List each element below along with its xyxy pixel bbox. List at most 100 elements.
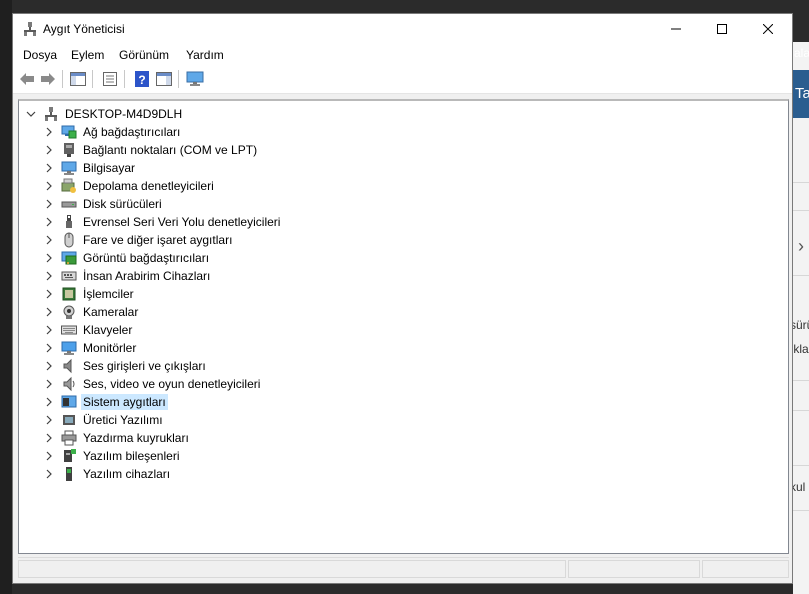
tree-item-label: Bilgisayar	[83, 161, 136, 175]
tree-item-label: Disk sürücüleri	[83, 197, 162, 211]
chevron-right-icon[interactable]	[43, 324, 55, 336]
chevron-right-icon[interactable]	[43, 396, 55, 408]
tree-root-node[interactable]: DESKTOP-M4D9DLH	[25, 105, 184, 123]
tree-item-17[interactable]: Yazdırma kuyrukları	[43, 429, 191, 447]
back-button[interactable]	[17, 70, 37, 88]
tree-item-16[interactable]: Üretici Yazılımı	[43, 411, 165, 429]
tree-item-5[interactable]: Evrensel Seri Veri Yolu denetleyicileri	[43, 213, 282, 231]
window-title: Aygıt Yöneticisi	[43, 22, 125, 36]
background-left-strip	[0, 0, 12, 594]
maximize-button[interactable]	[699, 14, 745, 44]
status-segment	[568, 560, 700, 578]
chevron-right-icon[interactable]	[43, 360, 55, 372]
system-devices-icon	[61, 394, 77, 410]
action-pane-button[interactable]	[154, 70, 174, 88]
port-icon	[61, 142, 77, 158]
status-segment	[18, 560, 566, 578]
forward-arrow-icon	[41, 73, 55, 85]
menu-item-yardim[interactable]: Yardım	[186, 48, 224, 62]
menu-item-dosya[interactable]: Dosya	[23, 48, 57, 62]
tree-item-6[interactable]: Fare ve diğer işaret aygıtları	[43, 231, 234, 249]
help-icon: ?	[135, 71, 149, 87]
close-button[interactable]	[745, 14, 791, 44]
toolbar-separator	[124, 70, 125, 88]
chevron-right-icon[interactable]	[43, 288, 55, 300]
keyboard-icon	[61, 322, 77, 338]
chevron-right-icon[interactable]	[43, 468, 55, 480]
chevron-right-icon[interactable]	[43, 234, 55, 246]
chevron-right-icon[interactable]	[43, 450, 55, 462]
chevron-right-icon[interactable]	[43, 306, 55, 318]
chevron-right-icon[interactable]	[43, 162, 55, 174]
chevron-right-icon[interactable]	[43, 342, 55, 354]
software-device-icon	[61, 466, 77, 482]
sound-icon	[61, 376, 77, 392]
tree-item-12[interactable]: Monitörler	[43, 339, 138, 357]
computer-root-icon	[43, 106, 59, 122]
svg-text:?: ?	[138, 73, 145, 87]
chevron-right-icon[interactable]	[43, 414, 55, 426]
tree-item-label: Üretici Yazılımı	[83, 413, 163, 427]
tree-item-9[interactable]: İşlemciler	[43, 285, 136, 303]
chevron-right-icon[interactable]	[43, 432, 55, 444]
console-tree-icon	[70, 72, 86, 86]
tree-item-label: İnsan Arabirim Cihazları	[83, 269, 211, 283]
tree-item-label: Ses girişleri ve çıkışları	[83, 359, 206, 373]
chevron-right-icon[interactable]	[43, 378, 55, 390]
title-bar[interactable]: Aygıt Yöneticisi	[13, 14, 792, 44]
toolbar-separator	[62, 70, 63, 88]
menu-item-gorunum[interactable]: Görünüm	[119, 48, 169, 62]
tree-item-7[interactable]: Görüntü bağdaştırıcıları	[43, 249, 211, 267]
tree-item-3[interactable]: Depolama denetleyicileri	[43, 177, 216, 195]
scan-hardware-button[interactable]	[185, 70, 205, 88]
camera-icon	[61, 304, 77, 320]
tree-root-label: DESKTOP-M4D9DLH	[65, 107, 183, 121]
chevron-right-icon[interactable]	[43, 180, 55, 192]
toolbar-separator	[92, 70, 93, 88]
display-adapter-icon	[61, 250, 77, 266]
chevron-right-icon[interactable]	[43, 198, 55, 210]
tree-item-label: Ağ bağdaştırıcıları	[83, 125, 181, 139]
help-button[interactable]: ?	[132, 70, 152, 88]
show-hide-console-tree-button[interactable]	[68, 70, 88, 88]
tree-item-label: Yazdırma kuyrukları	[83, 431, 189, 445]
chevron-down-icon[interactable]	[25, 108, 37, 120]
action-pane-icon	[156, 72, 172, 86]
minimize-button[interactable]	[653, 14, 699, 44]
device-manager-app-icon	[22, 21, 38, 37]
tree-item-15[interactable]: Sistem aygıtları	[43, 393, 168, 411]
tree-item-10[interactable]: Kameralar	[43, 303, 140, 321]
hid-icon	[61, 268, 77, 284]
tree-item-19[interactable]: Yazılım cihazları	[43, 465, 172, 483]
processor-icon	[61, 286, 77, 302]
tree-item-14[interactable]: Ses, video ve oyun denetleyicileri	[43, 375, 262, 393]
monitor-icon	[61, 340, 77, 356]
disk-drive-icon	[61, 196, 77, 212]
network-adapter-icon	[61, 124, 77, 140]
tree-item-label: Depolama denetleyicileri	[83, 179, 214, 193]
tree-item-label: Kameralar	[83, 305, 139, 319]
chevron-right-icon[interactable]	[43, 144, 55, 156]
tree-item-2[interactable]: Bilgisayar	[43, 159, 137, 177]
maximize-icon	[717, 24, 727, 34]
tree-item-18[interactable]: Yazılım bileşenleri	[43, 447, 181, 465]
tree-item-label: Görüntü bağdaştırıcıları	[83, 251, 210, 265]
status-segment	[702, 560, 789, 578]
tree-item-label: Yazılım cihazları	[83, 467, 171, 481]
menu-item-eylem[interactable]: Eylem	[71, 48, 104, 62]
tree-item-label: Yazılım bileşenleri	[83, 449, 180, 463]
tree-item-4[interactable]: Disk sürücüleri	[43, 195, 164, 213]
tree-item-0[interactable]: Ağ bağdaştırıcıları	[43, 123, 182, 141]
chevron-right-icon[interactable]	[43, 126, 55, 138]
tree-item-8[interactable]: İnsan Arabirim Cihazları	[43, 267, 212, 285]
chevron-right-icon[interactable]	[43, 216, 55, 228]
forward-button[interactable]	[38, 70, 58, 88]
tree-item-11[interactable]: Klavyeler	[43, 321, 134, 339]
properties-button[interactable]	[100, 70, 120, 88]
tree-item-1[interactable]: Bağlantı noktaları (COM ve LPT)	[43, 141, 259, 159]
properties-icon	[103, 72, 117, 86]
tree-item-13[interactable]: Ses girişleri ve çıkışları	[43, 357, 208, 375]
menu-bar: Dosya Eylem Görünüm Yardım	[13, 44, 792, 65]
chevron-right-icon[interactable]	[43, 270, 55, 282]
chevron-right-icon[interactable]	[43, 252, 55, 264]
